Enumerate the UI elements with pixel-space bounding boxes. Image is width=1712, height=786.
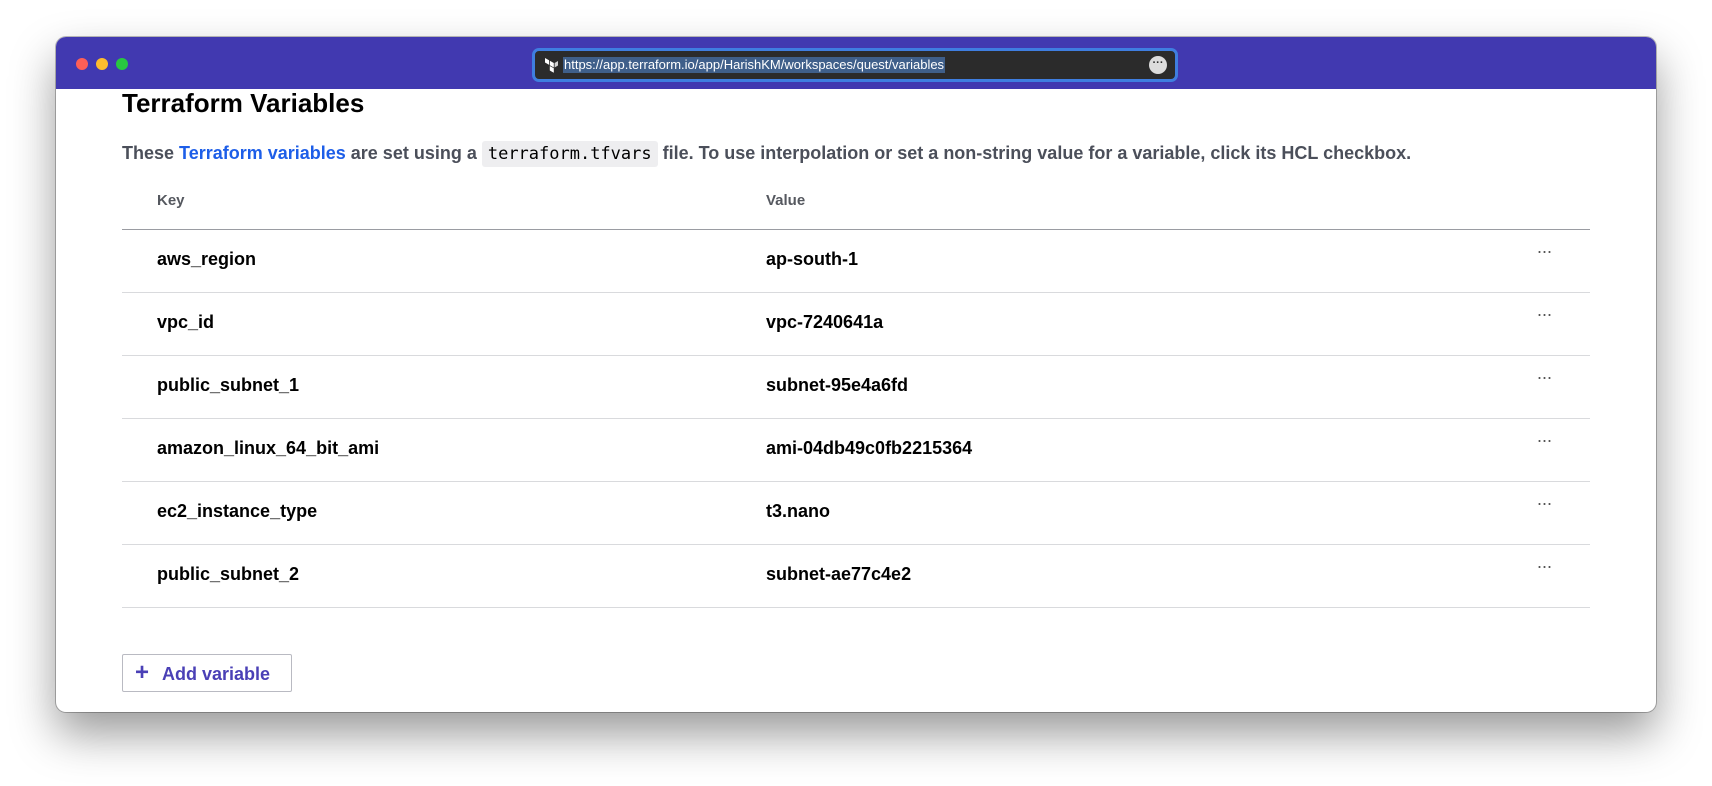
- browser-titlebar: https://app.terraform.io/app/HarishKM/wo…: [56, 37, 1656, 89]
- more-options-icon[interactable]: ···: [1532, 303, 1556, 325]
- table-row: aws_region ap-south-1 ···: [122, 230, 1590, 293]
- variable-key: ec2_instance_type: [157, 501, 318, 521]
- value-column-header: Value: [766, 192, 806, 209]
- tfvars-code: terraform.tfvars: [481, 141, 658, 167]
- variable-key: public_subnet_1: [157, 375, 300, 395]
- close-window-button[interactable]: [76, 58, 88, 70]
- browser-window: https://app.terraform.io/app/HarishKM/wo…: [56, 37, 1656, 712]
- table-row: ec2_instance_type t3.nano ···: [122, 482, 1590, 545]
- plus-icon: +: [135, 659, 150, 686]
- terraform-variables-link[interactable]: Terraform variables: [179, 143, 346, 163]
- more-options-icon[interactable]: ···: [1532, 492, 1556, 514]
- add-variable-label: Add variable: [162, 664, 271, 684]
- description-text-1: These: [122, 143, 180, 163]
- variable-value: subnet-95e4a6fd: [766, 375, 909, 395]
- key-column-header: Key: [157, 192, 185, 209]
- add-variable-button[interactable]: + Add variable: [122, 654, 292, 692]
- table-row: vpc_id vpc-7240641a ···: [122, 293, 1590, 356]
- variables-table: Key Value aws_region ap-south-1 ··· vpc_…: [122, 179, 1590, 608]
- variable-value: ami-04db49c0fb2215364: [766, 438, 973, 458]
- table-row: public_subnet_2 subnet-ae77c4e2 ···: [122, 545, 1590, 608]
- more-options-icon[interactable]: ···: [1532, 429, 1556, 451]
- variable-value: subnet-ae77c4e2: [766, 564, 912, 584]
- page-description: These Terraform variables are set using …: [122, 140, 1411, 167]
- variable-key: public_subnet_2: [157, 564, 300, 584]
- variable-key: vpc_id: [157, 312, 215, 332]
- more-options-icon[interactable]: ···: [1532, 366, 1556, 388]
- variable-key: amazon_linux_64_bit_ami: [157, 438, 380, 458]
- variable-key: aws_region: [157, 249, 257, 269]
- maximize-window-button[interactable]: [116, 58, 128, 70]
- variable-value: t3.nano: [766, 501, 831, 521]
- table-row: public_subnet_1 subnet-95e4a6fd ···: [122, 356, 1590, 419]
- description-text-2: are set using a: [345, 143, 482, 163]
- variable-value: vpc-7240641a: [766, 312, 884, 332]
- address-bar[interactable]: https://app.terraform.io/app/HarishKM/wo…: [532, 48, 1178, 82]
- page-title: Terraform Variables: [122, 88, 365, 118]
- variable-value: ap-south-1: [766, 249, 858, 269]
- more-options-icon[interactable]: ···: [1532, 555, 1556, 577]
- ellipsis-circle-icon[interactable]: ···: [1149, 56, 1167, 74]
- table-header: Key Value: [122, 179, 1590, 230]
- description-text-3: file. To use interpolation or set a non-…: [657, 143, 1412, 163]
- terraform-logo-icon: [545, 58, 558, 73]
- table-row: amazon_linux_64_bit_ami ami-04db49c0fb22…: [122, 419, 1590, 482]
- url-text[interactable]: https://app.terraform.io/app/HarishKM/wo…: [563, 57, 946, 73]
- minimize-window-button[interactable]: [96, 58, 108, 70]
- more-options-icon[interactable]: ···: [1532, 240, 1556, 262]
